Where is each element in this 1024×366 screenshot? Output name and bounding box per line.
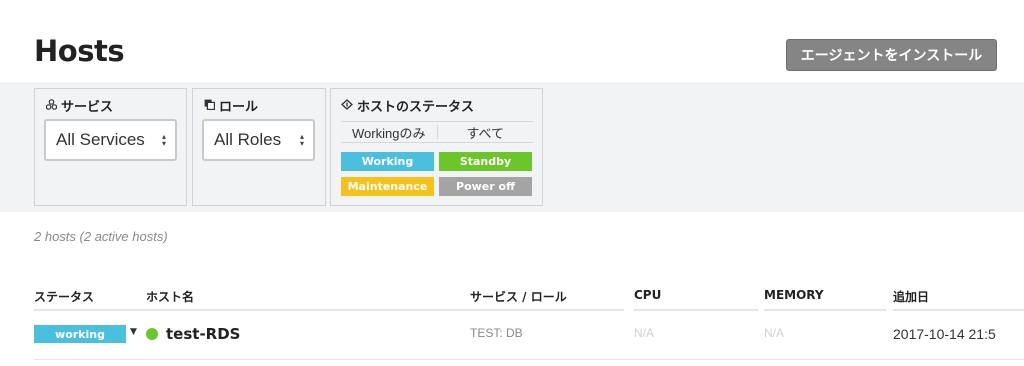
services-filter-label: サービス <box>61 100 114 115</box>
status-chip-standby[interactable]: Standby <box>439 152 532 171</box>
services-icon <box>45 98 57 113</box>
column-header-added[interactable]: 追加日 <box>893 288 929 305</box>
column-header-status[interactable]: ステータス <box>34 288 94 305</box>
cpu-column-divider <box>634 309 758 311</box>
status-icon <box>341 98 353 113</box>
roles-icon <box>203 99 215 113</box>
header-divider <box>34 309 624 311</box>
service-role-link[interactable]: TEST: DB <box>470 326 523 340</box>
filter-bar: サービス All Services ▴ ▾ ロール All Roles ▴ ▾ ホス… <box>0 82 1024 212</box>
select-arrows-icon: ▴ ▾ <box>161 132 166 148</box>
status-filter-panel: ホストのステータス Workingのみ すべて Working Standby … <box>330 88 543 206</box>
page-title: Hosts <box>34 34 125 68</box>
services-select-value: All Services <box>56 130 145 149</box>
status-filter-label: ホストのステータス <box>357 100 475 115</box>
column-header-memory[interactable]: MEMORY <box>764 288 824 302</box>
status-chip-working[interactable]: Working <box>341 152 434 171</box>
cpu-value: N/A <box>634 326 655 340</box>
toggle-working-only[interactable]: Workingのみ <box>341 125 438 141</box>
roles-filter-title: ロール <box>203 96 258 115</box>
status-chip-power-off[interactable]: Power off <box>439 177 532 196</box>
added-date: 2017-10-14 21:5 <box>893 326 996 342</box>
memory-column-divider <box>764 309 886 311</box>
status-badge[interactable]: working <box>34 325 126 343</box>
toggle-all[interactable]: すべて <box>438 122 534 142</box>
select-arrows-icon: ▴ ▾ <box>299 132 304 148</box>
status-filter-title: ホストのステータス <box>341 96 474 115</box>
hosts-summary: 2 hosts (2 active hosts) <box>34 229 168 244</box>
column-header-cpu[interactable]: CPU <box>634 288 661 302</box>
row-divider <box>34 359 1024 360</box>
services-filter-panel: サービス All Services ▴ ▾ <box>34 88 187 206</box>
roles-filter-panel: ロール All Roles ▴ ▾ <box>192 88 326 206</box>
column-header-service-role[interactable]: サービス / ロール <box>470 288 567 305</box>
roles-filter-label: ロール <box>219 100 259 115</box>
host-name-link[interactable]: test-RDS <box>166 325 240 343</box>
roles-select-value: All Roles <box>214 130 282 149</box>
install-agent-button[interactable]: エージェントをインストール <box>786 39 997 71</box>
memory-value: N/A <box>764 326 785 340</box>
host-health-indicator <box>146 328 158 340</box>
added-column-divider <box>893 309 1024 311</box>
status-dropdown-caret-icon[interactable]: ▼ <box>130 327 137 337</box>
services-select[interactable]: All Services ▴ ▾ <box>44 119 177 161</box>
status-scope-toggle: Workingのみ すべて <box>341 121 533 143</box>
status-chip-maintenance[interactable]: Maintenance <box>341 177 434 196</box>
roles-select[interactable]: All Roles ▴ ▾ <box>202 119 315 161</box>
column-header-hostname[interactable]: ホスト名 <box>146 288 194 305</box>
services-filter-title: サービス <box>45 96 113 115</box>
